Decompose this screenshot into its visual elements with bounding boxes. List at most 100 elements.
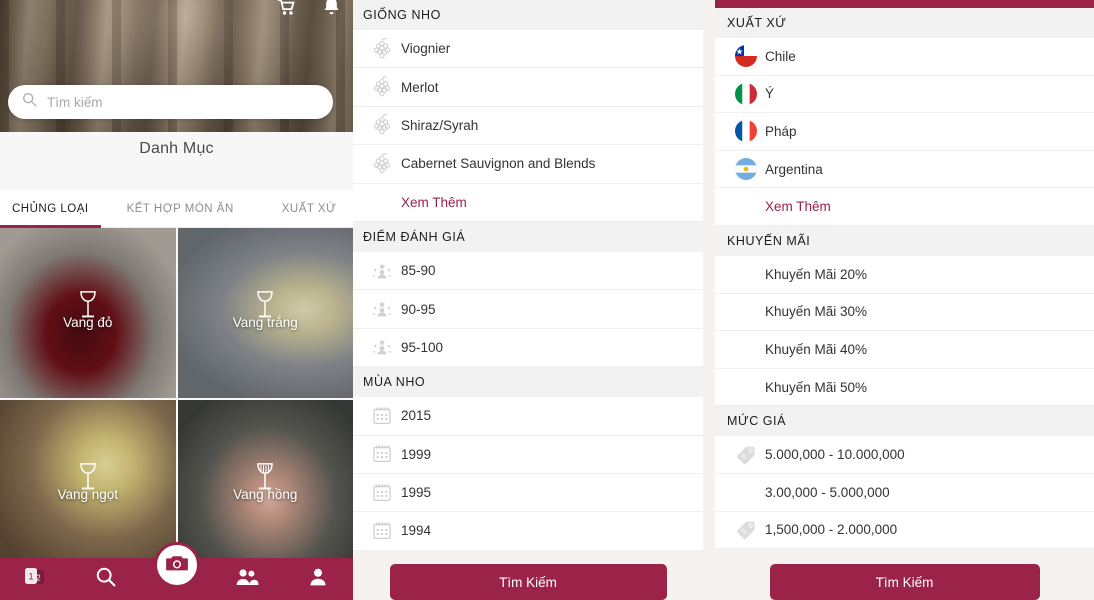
- search-icon: [95, 566, 117, 593]
- section-header-diem-danh-gia: ĐIỂM ĐÁNH GIÁ: [353, 221, 703, 252]
- nav-item-profile[interactable]: [282, 558, 353, 600]
- tile-label: Vang trắng: [232, 315, 298, 330]
- price-tag-icon: $: [727, 519, 765, 541]
- filter-scroll-area-middle[interactable]: GIỐNG NHO Viognier Merlot Shiraz/Syrah C…: [353, 0, 703, 555]
- flag-france-icon: [727, 120, 765, 143]
- calendar-icon: [363, 443, 401, 465]
- filter-row[interactable]: Merlot: [353, 68, 703, 107]
- filter-column-right: XUẤT XỨ Chile Ý Pháp Argentina Xem Thêm …: [715, 0, 1094, 600]
- nav-item-camera[interactable]: [153, 542, 200, 588]
- price-tag-icon: $: [727, 444, 765, 466]
- filter-label: 95-100: [401, 339, 444, 355]
- page-title: Danh Mục: [139, 140, 214, 157]
- app-screen: Danh Mục CHỦNG LOẠI KẾT HỢP MÓN ĂN XUẤT …: [0, 0, 1094, 600]
- filter-row[interactable]: Khuyến Mãi 30%: [715, 293, 1094, 332]
- cart-icon[interactable]: [276, 0, 296, 18]
- nav-item-people[interactable]: [212, 558, 283, 600]
- filter-row[interactable]: 1995: [353, 473, 703, 513]
- filter-row[interactable]: 2015: [353, 397, 703, 436]
- filter-scroll-area-right[interactable]: XUẤT XỨ Chile Ý Pháp Argentina Xem Thêm …: [715, 0, 1094, 555]
- category-tabs: CHỦNG LOẠI KẾT HỢP MÓN ĂN XUẤT XỨ: [0, 190, 353, 228]
- filter-label: 1995: [401, 485, 432, 501]
- nav-item-cards[interactable]: 2 1: [0, 558, 71, 600]
- filter-column-middle: GIỐNG NHO Viognier Merlot Shiraz/Syrah C…: [353, 0, 703, 600]
- category-tile-vang-do[interactable]: Vang đỏ: [0, 228, 176, 398]
- category-tile-vang-trang[interactable]: Vang trắng: [177, 228, 353, 398]
- filter-row[interactable]: 85-90: [353, 251, 703, 291]
- filter-row[interactable]: Ý: [715, 75, 1094, 114]
- filter-row[interactable]: 90-95: [353, 290, 703, 329]
- filter-row[interactable]: $ 1,500,000 - 2.000,000: [715, 511, 1094, 550]
- show-more-label: Xem Thêm: [401, 194, 467, 210]
- cards-icon: 2 1: [22, 566, 48, 593]
- tile-label: Vang hồng: [233, 487, 298, 502]
- filter-label: Pháp: [765, 123, 797, 139]
- award-icon: [363, 337, 401, 357]
- filter-label: Cabernet Sauvignon and Blends: [401, 156, 596, 172]
- show-more-giong-nho[interactable]: Xem Thêm: [353, 183, 703, 222]
- column-gap: [703, 0, 715, 600]
- flag-chile-icon: [727, 45, 765, 68]
- filter-label: Khuyến Mãi 50%: [765, 379, 868, 395]
- search-button-middle[interactable]: Tìm Kiếm: [389, 564, 667, 600]
- filter-row[interactable]: Cabernet Sauvignon and Blends: [353, 145, 703, 184]
- filter-label: Chile: [765, 48, 796, 64]
- calendar-icon: [363, 405, 401, 427]
- filter-row[interactable]: $ 5.000,000 - 10.000,000: [715, 436, 1094, 474]
- people-icon: [234, 567, 260, 592]
- filter-label: 85-90: [401, 263, 436, 279]
- category-grid: Vang đỏ Vang trắng Vang ngọt Vang hồng: [0, 228, 353, 570]
- bell-icon[interactable]: [322, 0, 341, 18]
- filter-label: Khuyến Mãi 20%: [765, 266, 868, 282]
- filter-label: 3.00,000 - 5.000,000: [765, 484, 890, 500]
- tab-chung-loai[interactable]: CHỦNG LOẠI: [0, 190, 101, 228]
- search-button-right[interactable]: Tìm Kiếm: [769, 564, 1040, 600]
- section-header-muc-gia: MỨC GIÁ: [715, 406, 1094, 437]
- section-header-giong-nho: GIỐNG NHO: [353, 0, 703, 30]
- category-tile-vang-hong[interactable]: Vang hồng: [177, 400, 353, 570]
- filter-row[interactable]: 1994: [353, 512, 703, 551]
- grape-icon: [363, 75, 401, 99]
- search-button-bar-right: Tìm Kiếm: [715, 555, 1094, 600]
- section-body-khuyen-mai: Khuyến Mãi 20% Khuyến Mãi 30% Khuyến Mãi…: [715, 255, 1094, 407]
- show-more-xuat-xu[interactable]: Xem Thêm: [715, 188, 1094, 226]
- filter-row[interactable]: Viognier: [353, 30, 703, 69]
- tile-label: Vang ngọt: [57, 487, 119, 502]
- section-header-mua-nho: MÙA NHO: [353, 367, 703, 398]
- award-icon: [363, 299, 401, 319]
- filter-label: Khuyến Mãi 40%: [765, 341, 868, 357]
- search-bar[interactable]: [8, 85, 333, 119]
- filter-row[interactable]: Chile: [715, 38, 1094, 76]
- flag-argentina-icon: [727, 158, 765, 181]
- mobile-app-panel: Danh Mục CHỦNG LOẠI KẾT HỢP MÓN ĂN XUẤT …: [0, 0, 353, 600]
- filter-row[interactable]: Khuyến Mãi 50%: [715, 368, 1094, 407]
- filter-row[interactable]: 1999: [353, 435, 703, 474]
- filter-row[interactable]: 3.00,000 - 5.000,000: [715, 473, 1094, 512]
- filter-label: 5.000,000 - 10.000,000: [765, 447, 905, 463]
- category-tile-vang-ngot[interactable]: Vang ngọt: [0, 400, 176, 570]
- filter-row[interactable]: Shiraz/Syrah: [353, 106, 703, 146]
- section-header-xuat-xu: XUẤT XỨ: [715, 8, 1094, 38]
- filter-row[interactable]: Pháp: [715, 113, 1094, 151]
- filter-row[interactable]: Khuyến Mãi 20%: [715, 255, 1094, 294]
- tab-ket-hop-mon-an[interactable]: KẾT HỢP MÓN ĂN: [125, 190, 236, 228]
- filter-row[interactable]: Khuyến Mãi 40%: [715, 331, 1094, 369]
- svg-text:1: 1: [29, 571, 34, 582]
- filter-label: Argentina: [765, 161, 823, 177]
- svg-text:2: 2: [37, 573, 42, 582]
- calendar-icon: [363, 482, 401, 504]
- grape-icon: [363, 37, 401, 61]
- nav-item-search[interactable]: [71, 558, 142, 600]
- filter-row[interactable]: 95-100: [353, 328, 703, 368]
- section-body-mua-nho: 2015 1999 1995 1994: [353, 397, 703, 551]
- person-icon: [308, 567, 328, 592]
- filter-row[interactable]: Argentina: [715, 150, 1094, 189]
- search-input[interactable]: [47, 94, 319, 110]
- filter-label: 1999: [401, 446, 432, 462]
- section-body-xuat-xu: Chile Ý Pháp Argentina Xem Thêm: [715, 38, 1094, 226]
- award-icon: [363, 261, 401, 281]
- grape-icon: [363, 113, 401, 137]
- search-button-bar-middle: Tìm Kiếm: [353, 555, 703, 600]
- hero-action-icons: [276, 0, 341, 18]
- tab-xuat-xu[interactable]: XUẤT XỨ: [280, 190, 339, 228]
